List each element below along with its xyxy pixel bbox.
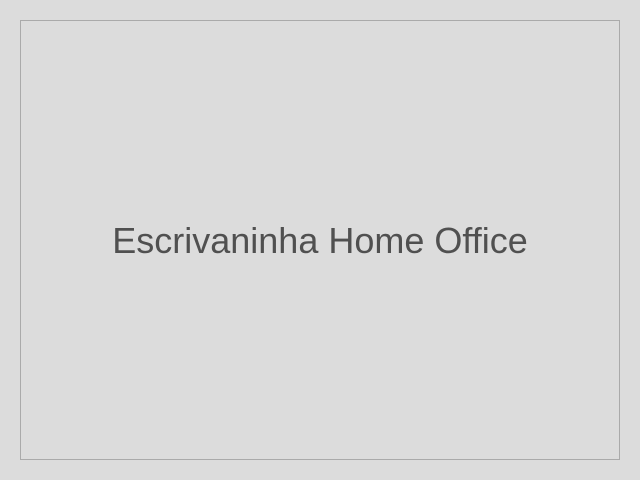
image-placeholder: Escrivaninha Home Office [20,20,620,460]
placeholder-caption: Escrivaninha Home Office [112,220,528,261]
